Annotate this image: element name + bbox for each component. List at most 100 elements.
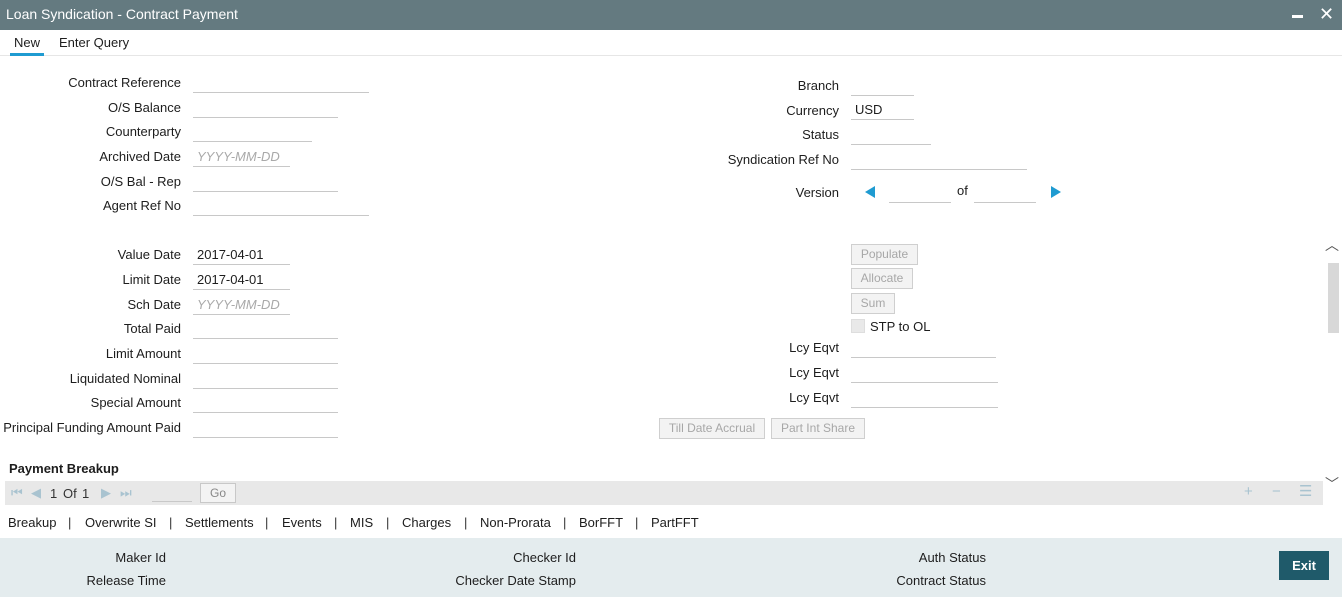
page-of-label: Of <box>63 486 77 501</box>
go-button[interactable]: Go <box>200 483 236 503</box>
menu-enter-query[interactable]: Enter Query <box>59 35 129 50</box>
status-label: Status <box>802 127 839 142</box>
counterparty-field[interactable] <box>193 122 312 142</box>
os-bal-rep-field[interactable] <box>193 172 338 192</box>
payment-breakup-title: Payment Breakup <box>9 461 119 476</box>
principal-funding-amount-paid-field[interactable] <box>193 418 338 438</box>
contract-reference-label: Contract Reference <box>68 75 181 90</box>
tab-separator: | <box>169 515 173 530</box>
tab-non-prorata[interactable]: Non-Prorata <box>480 515 551 530</box>
allocate-button[interactable]: Allocate <box>851 268 913 289</box>
version-total-field[interactable] <box>974 183 1036 203</box>
lcy-eqvt-label-2: Lcy Eqvt <box>789 365 839 380</box>
next-page-icon[interactable]: ▶ <box>101 486 111 500</box>
auth-status-label: Auth Status <box>918 550 986 565</box>
total-paid-field[interactable] <box>193 319 338 339</box>
branch-field[interactable] <box>851 76 914 96</box>
tab-events[interactable]: Events <box>282 515 322 530</box>
stp-to-ol-label: STP to OL <box>870 319 931 334</box>
status-field[interactable] <box>851 125 931 145</box>
limit-amount-label: Limit Amount <box>105 346 181 361</box>
sub-screen-tabs: Breakup | Overwrite SI | Settlements | E… <box>0 513 1342 533</box>
stp-to-ol-checkbox[interactable] <box>851 319 865 333</box>
first-page-icon[interactable]: ⏮ <box>11 486 23 500</box>
tab-partfft[interactable]: PartFFT <box>651 515 699 530</box>
limit-date-label: Limit Date <box>122 272 181 287</box>
branch-label: Branch <box>797 78 839 93</box>
limit-amount-field[interactable] <box>193 344 338 364</box>
scroll-thumb[interactable] <box>1328 263 1339 333</box>
currency-label: Currency <box>786 103 839 118</box>
list-view-icon[interactable]: ☰ <box>1299 484 1312 500</box>
archived-date-field[interactable]: YYYY-MM-DD <box>193 147 290 167</box>
sum-button[interactable]: Sum <box>851 293 895 314</box>
value-date-field[interactable]: 2017-04-01 <box>193 245 290 265</box>
tab-separator: | <box>334 515 338 530</box>
total-paid-label: Total Paid <box>123 321 181 336</box>
tab-separator: | <box>386 515 390 530</box>
page-jump-input[interactable] <box>152 485 192 502</box>
page-current: 1 <box>50 486 58 501</box>
tab-separator: | <box>563 515 567 530</box>
archived-date-label: Archived Date <box>99 149 181 164</box>
counterparty-label: Counterparty <box>105 124 181 139</box>
maker-id-label: Maker Id <box>115 550 166 565</box>
sch-date-field[interactable]: YYYY-MM-DD <box>193 295 290 315</box>
tab-mis[interactable]: MIS <box>350 515 373 530</box>
delete-row-icon[interactable]: − <box>1272 484 1281 500</box>
scroll-up-icon[interactable]: ︿ <box>1325 238 1339 252</box>
lcy-eqvt-label-3: Lcy Eqvt <box>789 390 839 405</box>
limit-date-field[interactable]: 2017-04-01 <box>193 270 290 290</box>
os-balance-field[interactable] <box>193 98 338 118</box>
tab-separator: | <box>464 515 468 530</box>
version-current-field[interactable] <box>889 183 951 203</box>
payment-breakup-pager: ⏮ ◀ 1 Of 1 ▶ ⏭ Go + − ☰ <box>5 481 1323 505</box>
version-of-label: of <box>957 183 968 198</box>
tab-overwrite-si[interactable]: Overwrite SI <box>85 515 157 530</box>
last-page-icon[interactable]: ⏭ <box>120 486 132 500</box>
tab-borfft[interactable]: BorFFT <box>579 515 623 530</box>
contract-reference-field[interactable] <box>193 73 369 93</box>
audit-footer: Maker Id Release Time Checker Id Checker… <box>0 538 1342 597</box>
page-total: 1 <box>82 486 90 501</box>
version-label: Version <box>795 185 839 200</box>
version-next-icon[interactable] <box>1051 186 1061 198</box>
exit-button[interactable]: Exit <box>1279 551 1329 580</box>
add-row-icon[interactable]: + <box>1244 484 1253 500</box>
tab-separator: | <box>265 515 269 530</box>
tab-charges[interactable]: Charges <box>402 515 451 530</box>
special-amount-field[interactable] <box>193 393 338 413</box>
value-date-label: Value Date <box>117 247 181 262</box>
sch-date-label: Sch Date <box>127 297 181 312</box>
scroll-down-icon[interactable]: ﹀ <box>1325 477 1339 491</box>
agent-ref-no-label: Agent Ref No <box>102 198 181 213</box>
version-prev-icon[interactable] <box>865 186 875 198</box>
checker-id-label: Checker Id <box>513 550 576 565</box>
lcy-eqvt-field-3[interactable] <box>851 388 998 408</box>
agent-ref-no-field[interactable] <box>193 196 369 216</box>
syndication-ref-no-field[interactable] <box>851 150 1027 170</box>
close-icon[interactable]: ✕ <box>1319 4 1334 24</box>
contract-status-label: Contract Status <box>896 573 986 588</box>
title-bar: Loan Syndication - Contract Payment ✕ <box>0 0 1342 30</box>
special-amount-label: Special Amount <box>90 395 181 410</box>
lcy-eqvt-field-2[interactable] <box>851 363 998 383</box>
lcy-eqvt-field-1[interactable] <box>851 338 996 358</box>
tab-breakup[interactable]: Breakup <box>8 515 56 530</box>
syndication-ref-no-label: Syndication Ref No <box>727 152 839 167</box>
menu-bar: New Enter Query <box>0 30 1342 56</box>
prev-page-icon[interactable]: ◀ <box>31 486 41 500</box>
minimize-icon[interactable] <box>1292 15 1303 18</box>
menu-new[interactable]: New <box>9 35 45 56</box>
tab-settlements[interactable]: Settlements <box>185 515 254 530</box>
populate-button[interactable]: Populate <box>851 244 918 265</box>
os-balance-label: O/S Balance <box>108 100 181 115</box>
liquidated-nominal-field[interactable] <box>193 369 338 389</box>
part-int-share-button[interactable]: Part Int Share <box>771 418 865 439</box>
tab-separator: | <box>68 515 72 530</box>
release-time-label: Release Time <box>86 573 166 588</box>
till-date-accrual-button[interactable]: Till Date Accrual <box>659 418 765 439</box>
os-bal-rep-label: O/S Bal - Rep <box>100 174 181 189</box>
currency-field[interactable]: USD <box>851 100 914 120</box>
liquidated-nominal-label: Liquidated Nominal <box>69 371 181 386</box>
